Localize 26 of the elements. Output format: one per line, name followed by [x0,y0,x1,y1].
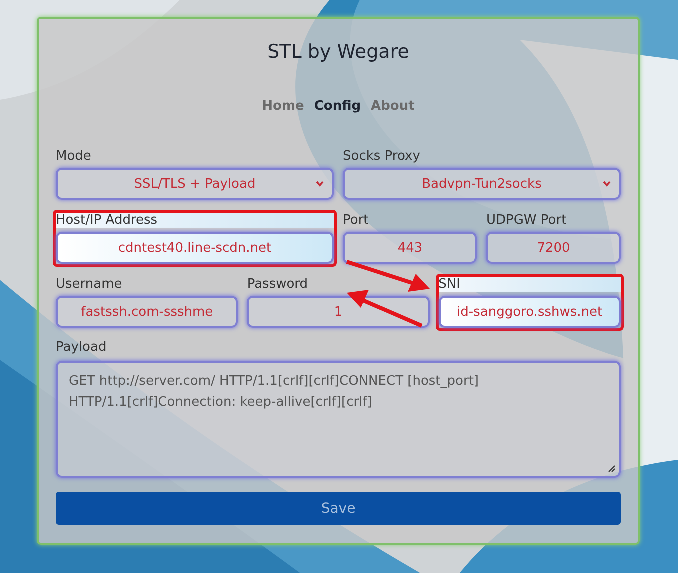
nav-link[interactable]: About [371,99,415,114]
input-field[interactable]: 443 [342,232,478,264]
input-field[interactable]: 1 [247,296,430,328]
resize-grip-icon [608,465,616,473]
nav-link[interactable]: Home [262,99,304,114]
input-field[interactable]: 7200 [486,232,621,264]
save-button[interactable]: Save [56,492,621,525]
field-label: Password [247,277,310,292]
input-field[interactable]: cdntest40.line-scdn.net [56,232,334,264]
field-label: UDPGW Port [486,213,568,228]
input-field[interactable]: id-sanggoro.sshws.net [438,296,621,328]
field-label: Socks Proxy [342,149,422,164]
payload-field[interactable]: GET http://server.com/ HTTP/1.1[crlf][crlf]CONNECT [host_port] HTTP/1.1[crlf]Connection: keep-allive[crlf][crlf] [56,361,621,478]
chevron-icon [316,181,324,187]
page-title: STL by Wegare [266,41,410,63]
field-label: Username [56,277,124,292]
select-field[interactable]: SSL/TLS + Payload [56,168,334,200]
field-label: Payload [56,340,108,355]
input-field[interactable]: fastssh.com-ssshme [56,296,238,328]
field-label: Host/IP Address [56,213,334,228]
chevron-icon [602,181,611,187]
select-field[interactable]: Badvpn-Tun2socks [342,168,621,200]
field-label: Mode [56,149,92,164]
nav-link[interactable]: Config [314,99,362,114]
field-label: SNI [438,277,621,292]
field-label: Port [342,213,370,228]
